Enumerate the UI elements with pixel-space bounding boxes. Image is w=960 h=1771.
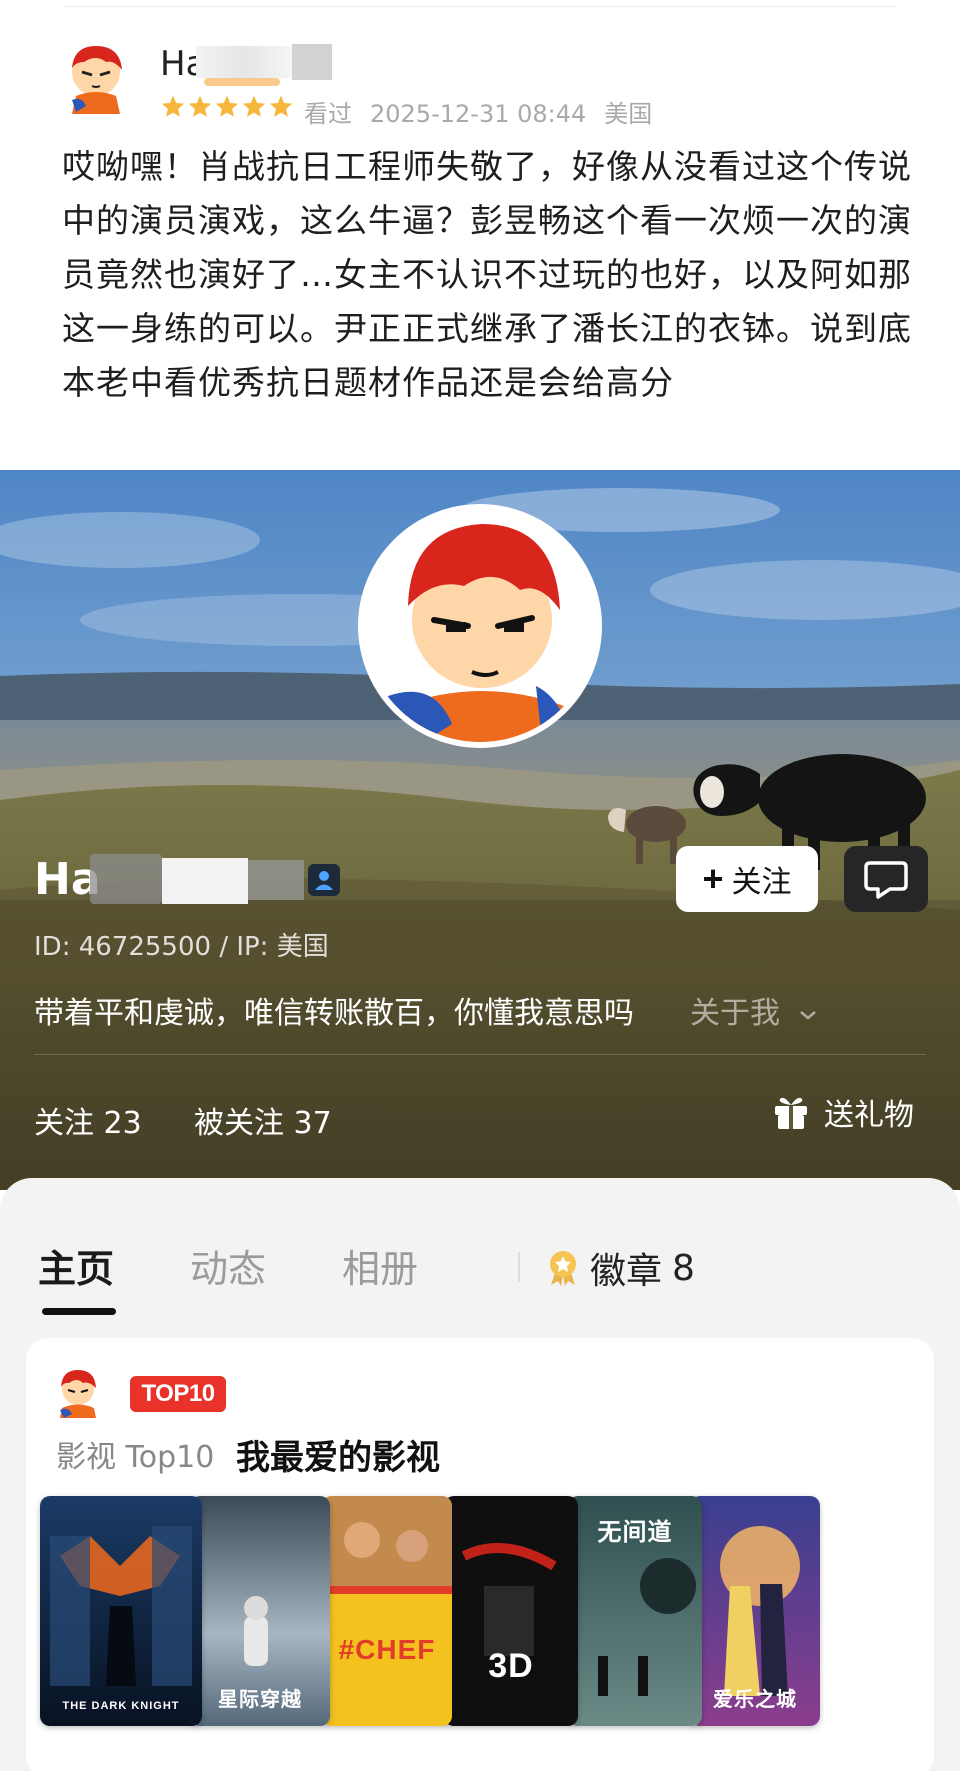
name-redaction xyxy=(292,44,332,80)
poster-dark-knight[interactable]: THE DARK KNIGHT xyxy=(40,1496,202,1726)
divider xyxy=(518,1252,520,1282)
about-me-label: 关于我 xyxy=(690,996,780,1031)
name-redaction xyxy=(162,858,248,904)
profile-header: Ha ID: 46725500 / IP: 美国 + 关注 带着平和虔诚，唯信转账… xyxy=(0,470,960,1190)
badges-label: 徽章 xyxy=(590,1251,663,1292)
verified-user-icon xyxy=(308,864,340,896)
review-body: 哎呦嘿！肖战抗日工程师失敬了，好像从没看过这个传说中的演员演戏，这么牛逼？彭昱畅… xyxy=(62,147,912,402)
chevron-down-icon xyxy=(799,1010,816,1020)
poster-interstellar[interactable]: 星际穿越 xyxy=(190,1496,330,1726)
gift-icon xyxy=(775,1097,807,1129)
message-button[interactable] xyxy=(844,846,928,912)
poster-chef[interactable]: #CHEF xyxy=(322,1496,452,1726)
tab-badges[interactable]: 徽章 8 xyxy=(546,1242,695,1294)
profile-bio: 带着平和虔诚，唯信转账散百，你懂我意思吗 xyxy=(34,996,634,1031)
tab-home[interactable]: 主页 xyxy=(38,1238,114,1293)
follow-label: 关注 xyxy=(731,866,792,899)
star-icon xyxy=(242,95,266,117)
about-me-link[interactable]: 关于我 xyxy=(690,988,818,1032)
followers-count[interactable]: 被关注 37 xyxy=(194,1098,332,1142)
follow-button[interactable]: + 关注 xyxy=(676,846,818,912)
poster-caption: 无间道 xyxy=(597,1519,673,1546)
name-redaction xyxy=(196,46,292,78)
divider xyxy=(64,6,896,7)
top10-badge: TOP10 xyxy=(130,1376,226,1412)
profile-avatar[interactable] xyxy=(358,504,602,748)
star-icon xyxy=(215,95,239,117)
tab-album[interactable]: 相册 xyxy=(342,1238,418,1293)
star-icon xyxy=(188,95,212,117)
review-location: 美国 xyxy=(604,100,653,128)
poster-black-red[interactable]: 3D xyxy=(444,1496,578,1726)
name-redaction xyxy=(90,854,162,904)
profile-content: 主页 动态 相册 徽章 8 TOP10 影视 Top10 我最爱的影视 THE … xyxy=(0,1178,960,1771)
poster-caption: 爱乐之城 xyxy=(713,1689,797,1711)
poster-la-la-land[interactable]: 爱乐之城 xyxy=(690,1496,820,1726)
id-ip-line: ID: 46725500 / IP: 美国 xyxy=(34,932,329,962)
active-tab-indicator xyxy=(42,1308,116,1315)
tab-activity[interactable]: 动态 xyxy=(190,1238,266,1293)
top10-subtitle: 影视 Top10 xyxy=(56,1440,215,1475)
profile-tabs: 主页 动态 相册 xyxy=(38,1238,494,1293)
top10-card[interactable]: TOP10 影视 Top10 我最爱的影视 THE DARK KNIGHT 星际… xyxy=(26,1338,934,1771)
star-icon xyxy=(161,95,185,117)
chat-bubble-icon xyxy=(864,861,908,899)
top10-title: 我最爱的影视 xyxy=(236,1438,440,1478)
star-icon xyxy=(269,95,293,117)
poster-infernal-affairs[interactable]: 无间道 xyxy=(568,1496,702,1726)
mini-avatar xyxy=(60,1370,96,1418)
name-redaction xyxy=(204,78,280,86)
poster-caption: THE DARK KNIGHT xyxy=(62,1700,180,1712)
badge-medal-icon xyxy=(550,1251,576,1286)
name-redaction xyxy=(248,860,304,900)
watch-status: 看过 xyxy=(304,100,352,128)
poster-caption: 星际穿越 xyxy=(218,1689,302,1711)
review-meta: 看过 2025-12-31 08:44 美国 xyxy=(304,94,670,129)
plus-icon: + xyxy=(702,858,724,899)
send-gift-label: 送礼物 xyxy=(824,1098,914,1133)
rating-stars xyxy=(160,94,294,120)
badges-count: 8 xyxy=(672,1247,695,1289)
poster-caption: #CHEF xyxy=(338,1634,436,1665)
send-gift-button[interactable]: 送礼物 xyxy=(772,1090,914,1134)
divider xyxy=(34,1054,926,1055)
poster-caption: 3D xyxy=(488,1647,534,1685)
review-card: Ha 看过 2025-12-31 08:44 美国 哎呦嘿！肖战抗日工程师失敬了，好… xyxy=(0,0,960,470)
following-count[interactable]: 关注 23 xyxy=(34,1098,142,1142)
poster-row: THE DARK KNIGHT 星际穿越 #CHEF 3D 无间道 爱乐之城 xyxy=(40,1496,934,1771)
reviewer-avatar[interactable] xyxy=(66,42,126,114)
review-datetime: 2025-12-31 08:44 xyxy=(370,100,587,128)
